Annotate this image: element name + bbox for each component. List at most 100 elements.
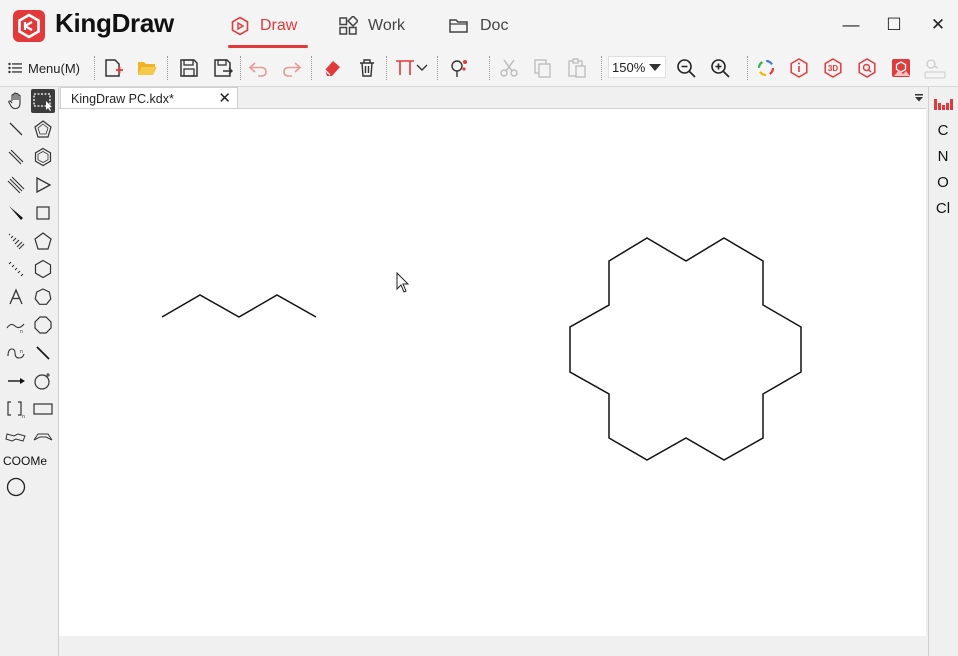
- zoom-value: 150%: [612, 59, 646, 75]
- tab-work[interactable]: Work: [338, 11, 405, 41]
- arrow-tool[interactable]: [4, 369, 28, 393]
- cyclopropane-tool[interactable]: [31, 173, 55, 197]
- name-structure-button[interactable]: [922, 55, 948, 81]
- copy-button[interactable]: [530, 55, 556, 81]
- element-nitrogen-button[interactable]: N: [929, 148, 957, 165]
- main-toolbar: Menu(M) 150% 3D: [0, 50, 958, 87]
- color-button[interactable]: [753, 55, 779, 81]
- cut-icon: [500, 59, 518, 77]
- octagon-ring-icon: [34, 316, 52, 334]
- circle-tool[interactable]: [4, 475, 28, 499]
- menu-button[interactable]: Menu(M): [8, 58, 80, 78]
- open-folder-button[interactable]: [134, 55, 160, 81]
- toolbar-separator: [437, 56, 438, 80]
- line-tool[interactable]: [31, 341, 55, 365]
- svg-text:n: n: [20, 329, 23, 334]
- cut-button[interactable]: [496, 55, 522, 81]
- 3d-view-button[interactable]: 3D: [820, 55, 846, 81]
- paste-button[interactable]: [564, 55, 590, 81]
- double-bond-tool[interactable]: [4, 145, 28, 169]
- cycloheptane-tool[interactable]: [31, 285, 55, 309]
- element-carbon-button[interactable]: C: [929, 122, 957, 139]
- info-button[interactable]: [786, 55, 812, 81]
- drawing-canvas[interactable]: [59, 108, 926, 637]
- save-icon: [180, 59, 198, 77]
- structure-check-button[interactable]: [446, 55, 472, 81]
- hash-wedge-bond-icon: [8, 233, 25, 250]
- save-as-button[interactable]: [210, 55, 236, 81]
- benzene-tool[interactable]: [31, 145, 55, 169]
- curve-tool[interactable]: n: [4, 341, 28, 365]
- wedge-bond-tool[interactable]: [4, 201, 28, 225]
- hand-tool[interactable]: [4, 89, 28, 113]
- cyclopentane-tool[interactable]: [31, 117, 55, 141]
- close-window-button[interactable]: ✕: [925, 12, 951, 38]
- tab-doc[interactable]: Doc: [448, 11, 508, 41]
- save-button[interactable]: [176, 55, 202, 81]
- zoom-out-button[interactable]: [673, 55, 699, 81]
- eraser-button[interactable]: [319, 55, 345, 81]
- 3d-view-icon: 3D: [824, 58, 842, 78]
- pentane-chain[interactable]: [161, 294, 317, 318]
- curve-icon: n: [7, 348, 25, 359]
- structure-check-icon: [451, 60, 467, 77]
- rotate-tool[interactable]: [31, 369, 55, 393]
- boat-conformation-tool[interactable]: [31, 425, 55, 449]
- info-icon: [790, 58, 808, 78]
- hash-bond-tool[interactable]: [4, 257, 28, 281]
- cyclobutane-tool[interactable]: [31, 201, 55, 225]
- coronene-like-ring[interactable]: [569, 237, 802, 461]
- text-icon: [9, 288, 23, 305]
- text-tool[interactable]: [4, 285, 28, 309]
- close-document-icon[interactable]: ✕: [218, 89, 231, 107]
- arrow-icon: [8, 378, 25, 384]
- tab-draw[interactable]: Draw: [230, 11, 297, 41]
- name-icon: [924, 59, 946, 79]
- hash-bond-icon: [8, 261, 24, 277]
- undo-button[interactable]: [245, 55, 271, 81]
- delete-button[interactable]: [354, 55, 380, 81]
- line-icon: [36, 346, 50, 360]
- zoom-select[interactable]: 150%: [608, 56, 666, 78]
- triple-bond-tool[interactable]: [4, 173, 28, 197]
- cyclopentane-ring-tool[interactable]: [31, 229, 55, 253]
- element-chlorine-button[interactable]: Cl: [929, 200, 957, 217]
- image-recognition-button[interactable]: [888, 55, 914, 81]
- rectangle-select-tool[interactable]: [31, 89, 55, 113]
- kingdraw-logo-icon: [13, 10, 45, 42]
- toolbar-separator: [167, 56, 168, 80]
- maximize-button[interactable]: ☐: [881, 12, 907, 38]
- zoom-in-button[interactable]: [707, 55, 733, 81]
- toolbar-separator: [747, 56, 748, 80]
- menu-label: Menu(M): [28, 60, 81, 76]
- heptagon-ring-icon: [34, 288, 52, 305]
- draw-icon: [231, 16, 249, 36]
- single-bond-tool[interactable]: [4, 117, 28, 141]
- triangle-icon: [36, 176, 52, 194]
- periodic-table-icon[interactable]: [934, 97, 954, 111]
- text-align-dropdown[interactable]: [414, 55, 430, 81]
- chain-tool[interactable]: n: [4, 313, 28, 337]
- tab-list-menu-icon[interactable]: [914, 93, 924, 103]
- tab-doc-label: Doc: [480, 17, 509, 34]
- cyclooctane-tool[interactable]: [31, 313, 55, 337]
- active-tab-indicator: [228, 45, 308, 48]
- chair-icon: [5, 433, 26, 442]
- document-tab[interactable]: KingDraw PC.kdx* ✕: [60, 87, 238, 109]
- bracket-tool[interactable]: n: [4, 397, 28, 421]
- redo-button[interactable]: [279, 55, 305, 81]
- new-file-button[interactable]: [100, 55, 126, 81]
- horizontal-scroll-area[interactable]: [59, 636, 926, 656]
- hash-wedge-bond-tool[interactable]: [4, 229, 28, 253]
- group-label-tool[interactable]: COOMe: [3, 454, 47, 468]
- zoom-out-icon: [677, 59, 696, 78]
- dropdown-arrow-icon: [416, 64, 428, 71]
- cyclohexane-tool[interactable]: [31, 257, 55, 281]
- search-structure-button[interactable]: [854, 55, 880, 81]
- element-oxygen-button[interactable]: O: [929, 174, 957, 191]
- rectangle-tool[interactable]: [31, 397, 55, 421]
- wedge-bond-icon: [9, 206, 23, 220]
- minimize-button[interactable]: —: [838, 12, 864, 38]
- chair-conformation-tool[interactable]: [4, 425, 28, 449]
- tab-work-label: Work: [368, 17, 406, 34]
